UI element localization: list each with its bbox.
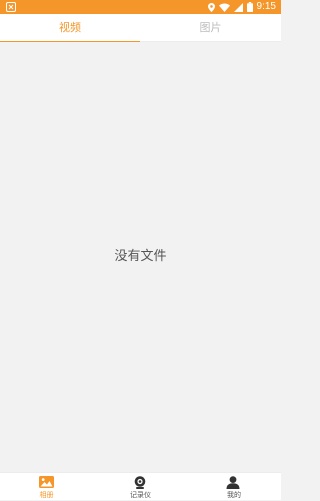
empty-state-message: 没有文件 [114,249,167,264]
file-list-area[interactable]: 没有文件 [0,42,281,472]
location-icon [207,2,215,12]
nav-album[interactable]: 相册 [0,473,93,501]
android-notification-icon [6,2,16,12]
media-tabs: 视频 图片 [0,14,281,42]
album-icon [39,476,54,488]
tab-video[interactable]: 视频 [0,14,140,42]
nav-mine[interactable]: 我的 [187,473,281,501]
wifi-icon [218,3,230,12]
person-icon [226,476,240,489]
status-bar: 9:15 [0,0,281,14]
battery-icon [246,2,253,12]
tab-image[interactable]: 图片 [140,14,281,42]
nav-mine-label: 我的 [227,491,241,499]
bottom-navigation: 相册 记录仪 我的 [0,472,281,500]
nav-recorder-label: 记录仪 [130,491,151,499]
signal-icon [233,2,243,12]
status-icons: 9:15 [207,0,276,14]
nav-album-label: 相册 [39,491,54,499]
dashcam-icon [134,476,146,489]
status-time: 9:15 [256,1,276,12]
nav-recorder[interactable]: 记录仪 [94,473,187,501]
